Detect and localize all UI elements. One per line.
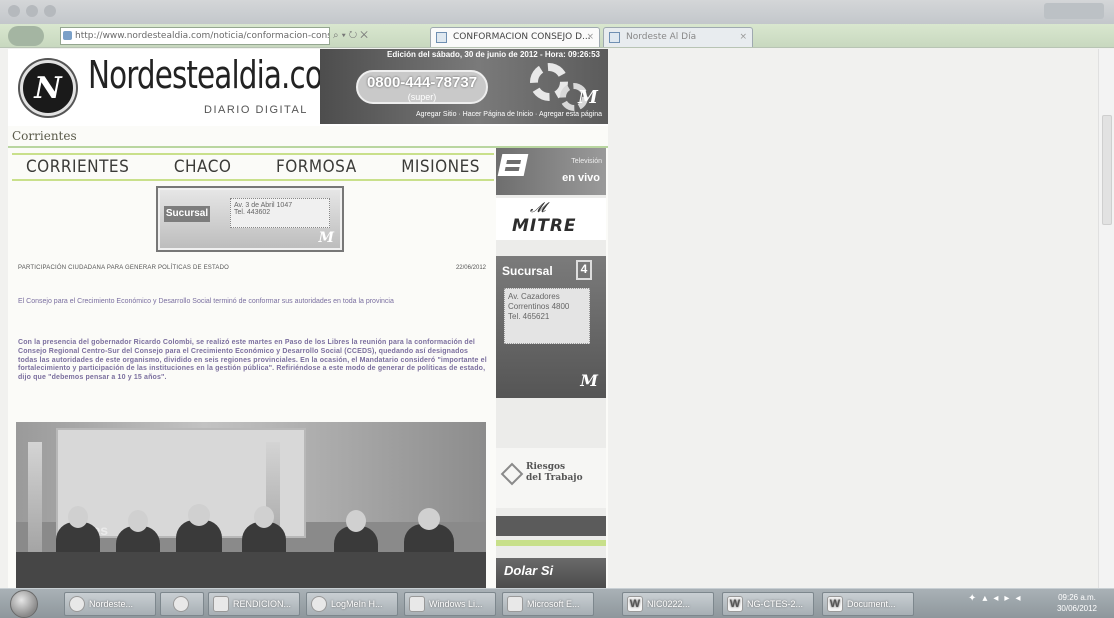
- media-icon: [173, 596, 189, 612]
- close-icon[interactable]: ×: [586, 28, 594, 46]
- favicon-icon: [63, 31, 72, 40]
- close-icon[interactable]: ×: [739, 28, 747, 46]
- right-sidebar: Televisión en vivo 𝓜 MITRE Sucursal 4 Av…: [496, 148, 606, 588]
- taskbar-item-word-3[interactable]: W Document...: [822, 592, 914, 616]
- taskbar-item-ie[interactable]: Nordeste...: [64, 592, 156, 616]
- header-banner[interactable]: Edición del sábado, 30 de junio de 2012 …: [320, 49, 608, 124]
- dolar-banner[interactable]: Dolar Si: [496, 558, 606, 588]
- clock[interactable]: 09:26 a.m. 30/06/2012: [1046, 592, 1108, 614]
- phone-sub: (super): [407, 92, 437, 102]
- phone-badge: 0800-444-78737 (super): [356, 70, 488, 104]
- ad-tag: Sucursal: [164, 206, 210, 222]
- phone-number: 0800-444-78737: [366, 74, 478, 91]
- section-formosa[interactable]: FORMOSA: [262, 155, 371, 179]
- address-bar-row: http://www.nordestealdia.com/noticia/con…: [0, 24, 1114, 48]
- taskbar: Nordeste... RENDICION... LogMeIn H... Wi…: [0, 588, 1114, 618]
- article-lead: El Consejo para el Crecimiento Económico…: [18, 298, 394, 305]
- brand-mark-icon: M: [318, 230, 335, 246]
- window-controls-left: [8, 5, 56, 17]
- breadcrumb[interactable]: Corrientes: [12, 129, 77, 143]
- section-nav: CORRIENTES CHACO FORMOSA MISIONES: [12, 153, 494, 181]
- section-chaco[interactable]: CHACO: [160, 155, 246, 179]
- vertical-scrollbar[interactable]: [1098, 49, 1114, 588]
- folder-icon: [213, 596, 229, 612]
- taskbar-item-media[interactable]: [160, 592, 204, 616]
- taskbar-item-excel[interactable]: Microsoft E...: [502, 592, 594, 616]
- radio-mitre-banner[interactable]: 𝓜 MITRE: [496, 198, 606, 240]
- edition-date: Edición del sábado, 30 de junio de 2012 …: [387, 50, 600, 59]
- messenger-icon: [409, 596, 425, 612]
- back-button[interactable]: [8, 26, 44, 46]
- word-icon: W: [727, 596, 743, 612]
- scrollbar-thumb[interactable]: [1102, 115, 1112, 225]
- site-tagline: DIARIO DIGITAL: [204, 104, 308, 116]
- live-tv-banner[interactable]: Televisión en vivo: [496, 148, 606, 195]
- sidebar-divider: [496, 540, 606, 546]
- sidebar-divider: [496, 516, 606, 536]
- site-logo-name[interactable]: Nordestealdia.com: [88, 53, 351, 97]
- url-input[interactable]: http://www.nordestealdia.com/noticia/con…: [60, 27, 330, 45]
- radio-mark-icon: 𝓜: [530, 200, 546, 216]
- site-logo-icon[interactable]: N: [20, 60, 76, 116]
- brand-mark-icon: M: [580, 371, 598, 390]
- ad-banner-sucursal[interactable]: Sucursal Av. 3 de Abril 1047 Tel. 443602…: [158, 188, 342, 250]
- window-titlebar: [0, 0, 1114, 24]
- header-links[interactable]: Agregar Sitio · Hacer Página de Inicio ·…: [320, 111, 608, 118]
- article-photo[interactable]: Libres: [16, 422, 486, 588]
- taskbar-item-logmein[interactable]: LogMeIn H...: [306, 592, 398, 616]
- taskbar-item-windows-live[interactable]: Windows Li...: [404, 592, 496, 616]
- article-date: 22/06/2012: [455, 265, 486, 271]
- flag: [28, 442, 42, 562]
- start-button[interactable]: [10, 590, 38, 618]
- site-header: N Nordestealdia.com DIARIO DIGITAL Edici…: [8, 49, 608, 126]
- brand-mark-icon: M: [578, 87, 598, 108]
- tab-conformacion[interactable]: CONFORMACION CONSEJO D... ×: [430, 27, 600, 47]
- section-misiones[interactable]: MISIONES: [387, 155, 494, 179]
- window-controls[interactable]: [1044, 3, 1104, 19]
- sidebar-ad-sucursal[interactable]: Sucursal 4 Av. Cazadores Correntinos 480…: [496, 256, 606, 398]
- article-body: Con la presencia del gobernador Ricardo …: [18, 339, 487, 382]
- taskbar-item-folder[interactable]: RENDICION...: [208, 592, 300, 616]
- diamond-icon: [500, 462, 524, 486]
- tv-logo-icon: [497, 154, 529, 176]
- web-page: N Nordestealdia.com DIARIO DIGITAL Edici…: [8, 49, 608, 588]
- riesgos-banner[interactable]: Riesgos del Trabajo: [496, 448, 606, 508]
- word-icon: W: [827, 596, 843, 612]
- logmein-icon: [311, 596, 327, 612]
- ad-address: Av. 3 de Abril 1047 Tel. 443602: [230, 198, 330, 228]
- page-icon: [609, 32, 620, 43]
- section-corrientes[interactable]: CORRIENTES: [12, 155, 143, 179]
- tab-nordeste[interactable]: Nordeste Al Día ×: [603, 27, 753, 47]
- page-icon: [436, 32, 447, 43]
- system-tray[interactable]: ✦▴◂▸◂: [968, 593, 1026, 604]
- article-kicker: PARTICIPACIÓN CIUDADANA PARA GENERAR POL…: [18, 265, 230, 271]
- browser-icon: [69, 596, 85, 612]
- taskbar-item-word-1[interactable]: W NIC0222...: [622, 592, 714, 616]
- address-actions[interactable]: ⌕▾↻✕: [333, 30, 371, 41]
- excel-icon: [507, 596, 523, 612]
- taskbar-item-word-2[interactable]: W NG-CTES-2...: [722, 592, 814, 616]
- word-icon: W: [627, 596, 643, 612]
